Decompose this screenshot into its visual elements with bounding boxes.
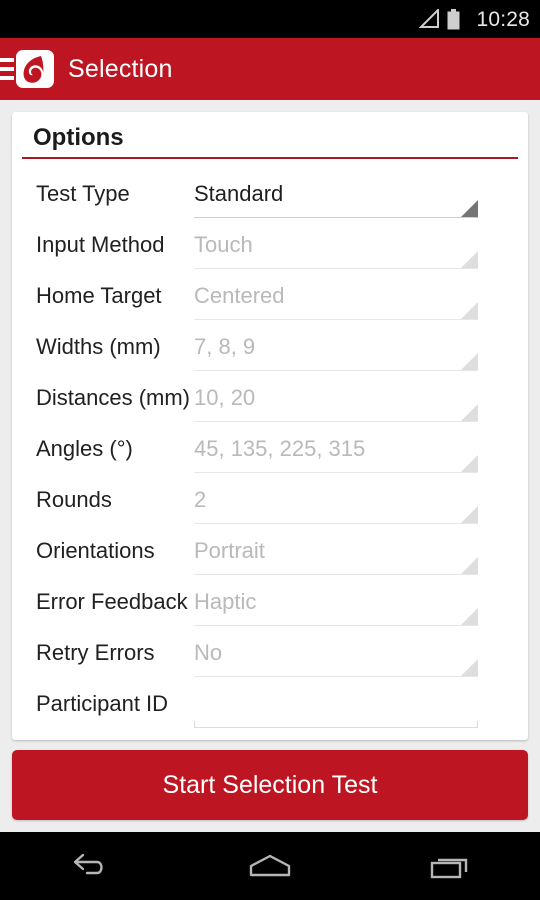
option-spinner-value: Centered [194, 283, 285, 308]
option-label: Retry Errors [36, 640, 155, 665]
textfield-underline [194, 727, 478, 728]
options-rows-container: Test Type Standard Input Method Touch Home T… [12, 174, 528, 735]
option-row: Home Target Centered [12, 276, 528, 327]
participant-id-input[interactable] [194, 684, 478, 724]
spinner-underline [194, 370, 478, 371]
option-spinner: 7, 8, 9 [194, 327, 478, 371]
spinner-underline [194, 421, 478, 422]
option-label: Input Method [36, 232, 165, 257]
spinner-dropdown-icon [461, 353, 478, 370]
option-row: Rounds 2 [12, 480, 528, 531]
option-spinner[interactable]: Standard [194, 174, 478, 218]
spinner-dropdown-icon [461, 506, 478, 523]
spinner-underline [194, 625, 478, 626]
app-logo-icon [16, 50, 54, 88]
spinner-underline [194, 319, 478, 320]
spinner-dropdown-icon [461, 455, 478, 472]
spinner-dropdown-icon [461, 404, 478, 421]
option-spinner: 2 [194, 480, 478, 524]
option-spinner-value: Haptic [194, 589, 257, 614]
option-row: Error Feedback Haptic [12, 582, 528, 633]
option-spinner-value: Standard [194, 181, 284, 206]
hamburger-line [0, 76, 14, 80]
option-row: Test Type Standard [12, 174, 528, 225]
options-title-divider [22, 157, 518, 159]
home-icon[interactable] [180, 832, 360, 900]
spinner-underline [194, 574, 478, 575]
recent-apps-icon[interactable] [360, 832, 540, 900]
option-spinner: Portrait [194, 531, 478, 575]
options-card: Options Test Type Standard Input Method Tou… [12, 112, 528, 740]
option-row: Orientations Portrait [12, 531, 528, 582]
option-spinner: Touch [194, 225, 478, 269]
option-label: Participant ID [36, 691, 169, 716]
option-row: Retry Errors No [12, 633, 528, 684]
option-row: Participant ID [12, 684, 528, 735]
spinner-underline [194, 523, 478, 524]
spinner-underline [194, 268, 478, 269]
phone-screen: 10:28 Selection Options Test Type Standar… [0, 0, 540, 900]
spinner-dropdown-icon [461, 557, 478, 574]
spinner-dropdown-icon [461, 608, 478, 625]
option-label: Test Type [36, 181, 130, 206]
spinner-dropdown-icon [461, 659, 478, 676]
start-selection-test-button[interactable]: Start Selection Test [12, 750, 528, 820]
option-spinner-value: 2 [194, 487, 207, 512]
spinner-underline [194, 472, 478, 473]
option-row: Input Method Touch [12, 225, 528, 276]
battery-icon [447, 8, 460, 29]
option-label: Distances (mm) [36, 385, 191, 410]
option-label: Error Feedback [36, 589, 188, 614]
spinner-underline [194, 676, 478, 677]
textfield-tick [477, 721, 478, 728]
option-spinner: Centered [194, 276, 478, 320]
option-spinner-value: 7, 8, 9 [194, 334, 256, 359]
option-row: Widths (mm) 7, 8, 9 [12, 327, 528, 378]
option-label: Rounds [36, 487, 112, 512]
back-arrow-icon[interactable] [0, 832, 180, 900]
option-label: Home Target [36, 283, 162, 308]
status-bar: 10:28 [0, 0, 540, 38]
app-bar-title: Selection [68, 54, 173, 83]
option-spinner-value: Touch [194, 232, 253, 257]
spinner-underline [194, 217, 478, 218]
spinner-dropdown-icon [461, 302, 478, 319]
participant-id-field[interactable] [194, 684, 478, 728]
option-spinner-value: No [194, 640, 223, 665]
option-spinner: 45, 135, 225, 315 [194, 429, 478, 473]
option-spinner: Haptic [194, 582, 478, 626]
option-label: Orientations [36, 538, 155, 563]
app-bar: Selection [0, 38, 540, 100]
option-label: Angles (°) [36, 436, 133, 461]
signal-triangle-icon [419, 9, 440, 28]
hamburger-menu-icon[interactable] [0, 54, 14, 84]
textfield-tick [194, 721, 195, 728]
hamburger-line [0, 67, 14, 71]
android-navigation-bar [0, 832, 540, 900]
status-bar-clock: 10:28 [476, 7, 530, 31]
option-label: Widths (mm) [36, 334, 161, 359]
spinner-dropdown-icon [461, 200, 478, 217]
options-header: Options [22, 124, 518, 159]
option-spinner-value: Portrait [194, 538, 265, 563]
option-spinner: 10, 20 [194, 378, 478, 422]
option-row: Angles (°) 45, 135, 225, 315 [12, 429, 528, 480]
options-title: Options [33, 124, 124, 151]
option-spinner: No [194, 633, 478, 677]
option-spinner-value: 10, 20 [194, 385, 256, 410]
hamburger-line [0, 58, 14, 62]
option-row: Distances (mm) 10, 20 [12, 378, 528, 429]
spinner-dropdown-icon [461, 251, 478, 268]
option-spinner-value: 45, 135, 225, 315 [194, 436, 366, 461]
status-bar-icons: 10:28 [418, 7, 530, 31]
